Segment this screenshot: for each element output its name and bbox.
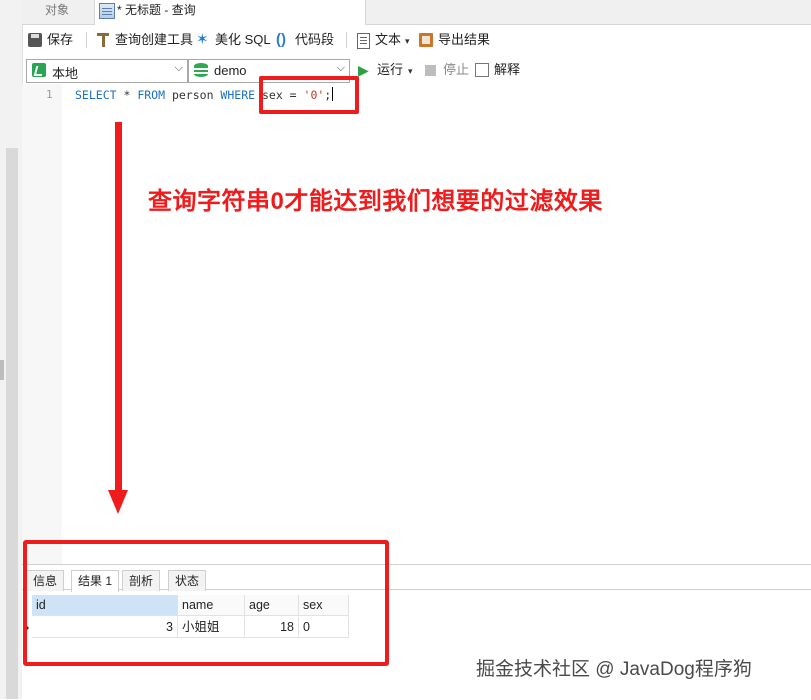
sql-text: * bbox=[116, 88, 138, 102]
splitter-handle[interactable] bbox=[0, 360, 4, 380]
hammer-icon bbox=[96, 33, 110, 47]
query-builder-label: 查询创建工具 bbox=[115, 32, 194, 47]
stop-icon bbox=[425, 65, 436, 76]
magic-wand-icon: ✶ bbox=[196, 31, 209, 48]
line-number: 1 bbox=[46, 88, 53, 101]
tab-objects[interactable]: 对象 bbox=[22, 0, 92, 24]
explain-icon bbox=[475, 63, 489, 77]
caret-down-icon: ▾ bbox=[408, 66, 413, 76]
stop-label: 停止 bbox=[443, 62, 470, 77]
toolbar-divider bbox=[346, 32, 347, 48]
code-snippet-label: 代码段 bbox=[295, 32, 335, 47]
save-label: 保存 bbox=[47, 32, 74, 47]
sql-highlight-box bbox=[259, 76, 359, 114]
run-label: 运行 bbox=[377, 62, 404, 77]
left-scrollbar[interactable] bbox=[6, 148, 18, 699]
text-dropdown-button[interactable]: ▾ bbox=[405, 30, 410, 50]
beautify-sql-label: 美化 SQL bbox=[215, 32, 271, 47]
watermark: 掘金技术社区 @ JavaDog程序狗 bbox=[476, 659, 752, 680]
explain-label: 解释 bbox=[494, 62, 521, 77]
annotation-text: 查询字符串0才能达到我们想要的过滤效果 bbox=[148, 188, 603, 215]
sql-keyword: FROM bbox=[137, 88, 166, 102]
connection-icon bbox=[32, 63, 46, 77]
line-gutter: 1 bbox=[22, 84, 62, 564]
parentheses-icon: () bbox=[276, 31, 286, 48]
export-icon bbox=[419, 33, 433, 47]
tab-query[interactable]: * 无标题 - 查询 bbox=[94, 0, 366, 25]
connection-toolbar: 本地 ⌵ demo ⌵ ▶ 运行 ▾ 停止 解释 bbox=[22, 56, 811, 84]
chevron-down-icon: ⌵ bbox=[336, 62, 345, 74]
annotation-arrow-shaft bbox=[115, 122, 122, 492]
left-panel-strip bbox=[0, 0, 23, 699]
database-value: demo bbox=[214, 63, 247, 78]
database-icon bbox=[194, 63, 208, 77]
export-results-label: 导出结果 bbox=[438, 32, 491, 47]
result-highlight-box bbox=[23, 540, 389, 666]
arrow-down-icon bbox=[108, 490, 128, 514]
editor-tab-bar: 对象 * 无标题 - 查询 bbox=[22, 0, 811, 25]
sql-keyword: WHERE bbox=[220, 88, 256, 102]
connection-select[interactable]: 本地 ⌵ bbox=[26, 59, 188, 83]
sql-editor[interactable]: 1 SELECT * FROM person WHERE sex = '0'; bbox=[22, 84, 811, 564]
query-table-icon bbox=[99, 3, 115, 19]
sql-text: person bbox=[165, 88, 221, 102]
document-icon bbox=[357, 33, 370, 49]
tab-query-label: * 无标题 - 查询 bbox=[117, 3, 196, 17]
connection-value: 本地 bbox=[52, 66, 79, 81]
save-icon bbox=[28, 33, 42, 47]
play-icon: ▶ bbox=[358, 62, 369, 78]
run-dropdown-button[interactable]: ▾ bbox=[408, 60, 413, 80]
toolbar-divider bbox=[86, 32, 87, 48]
query-toolbar: 保存 查询创建工具 ✶ 美化 SQL () 代码段 文本 ▾ 导出结果 bbox=[22, 26, 811, 54]
caret-down-icon: ▾ bbox=[405, 36, 410, 46]
chevron-down-icon: ⌵ bbox=[174, 62, 183, 74]
sql-keyword: SELECT bbox=[75, 88, 117, 102]
text-label: 文本 bbox=[375, 32, 402, 47]
